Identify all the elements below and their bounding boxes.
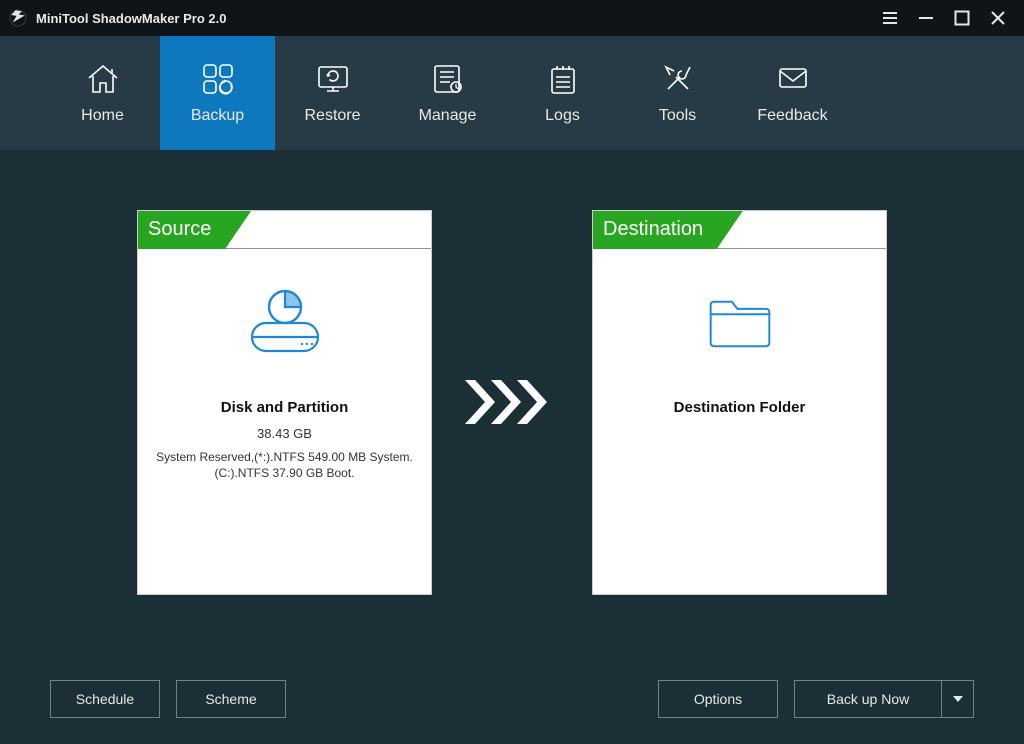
options-button[interactable]: Options [658, 680, 778, 718]
backup-icon [200, 61, 236, 97]
nav-label: Manage [419, 107, 477, 125]
nav-label: Tools [659, 107, 696, 125]
nav-label: Home [81, 107, 124, 125]
source-title: Disk and Partition [221, 399, 349, 416]
nav-label: Feedback [757, 107, 827, 125]
source-header-label: Source [138, 211, 225, 249]
destination-panel-header: Destination [593, 211, 886, 249]
logs-icon [545, 61, 581, 97]
navbar: Home Backup [0, 36, 1024, 150]
source-panel[interactable]: Source [137, 210, 432, 595]
app-title: MiniTool ShadowMaker Pro 2.0 [36, 11, 226, 26]
source-size: 38.43 GB [257, 426, 312, 441]
destination-panel[interactable]: Destination Destination Folder [592, 210, 887, 595]
nav-logs[interactable]: Logs [505, 36, 620, 150]
main-area: Source [0, 150, 1024, 654]
backup-now-button[interactable]: Back up Now [794, 680, 974, 718]
schedule-button[interactable]: Schedule [50, 680, 160, 718]
nav-label: Backup [191, 107, 244, 125]
nav-home[interactable]: Home [45, 36, 160, 150]
nav-label: Logs [545, 107, 580, 125]
nav-tools[interactable]: Tools [620, 36, 735, 150]
app-logo-icon [8, 8, 28, 28]
nav-backup[interactable]: Backup [160, 36, 275, 150]
nav-manage[interactable]: Manage [390, 36, 505, 150]
source-details: System Reserved,(*:).NTFS 549.00 MB Syst… [148, 449, 421, 481]
manage-icon [430, 61, 466, 97]
bottom-toolbar: Schedule Scheme Options Back up Now [0, 654, 1024, 744]
titlebar: MiniTool ShadowMaker Pro 2.0 [0, 0, 1024, 36]
tools-icon [660, 61, 696, 97]
source-panel-header: Source [138, 211, 431, 249]
nav-restore[interactable]: Restore [275, 36, 390, 150]
nav-feedback[interactable]: Feedback [735, 36, 850, 150]
feedback-icon [775, 61, 811, 97]
restore-icon [315, 61, 351, 97]
maximize-button[interactable] [944, 0, 980, 36]
menu-button[interactable] [872, 0, 908, 36]
nav-label: Restore [304, 107, 360, 125]
arrow-chevrons-icon [432, 372, 592, 432]
scheme-button[interactable]: Scheme [176, 680, 286, 718]
destination-title: Destination Folder [674, 399, 806, 416]
close-button[interactable] [980, 0, 1016, 36]
home-icon [85, 61, 121, 97]
backup-now-dropdown-caret[interactable] [941, 681, 973, 717]
destination-header-label: Destination [593, 211, 717, 249]
minimize-button[interactable] [908, 0, 944, 36]
folder-icon [695, 279, 785, 369]
disk-icon [240, 279, 330, 369]
